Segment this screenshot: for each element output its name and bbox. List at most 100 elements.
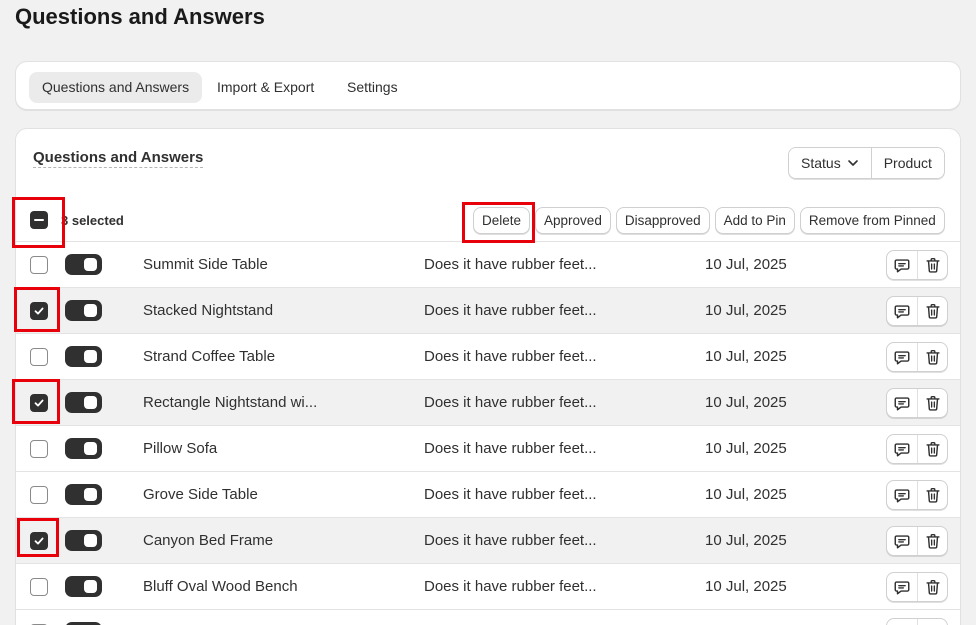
question-text[interactable]: Does it have rubber feet... [424, 578, 597, 595]
publish-toggle[interactable] [65, 346, 102, 367]
publish-toggle[interactable] [65, 254, 102, 275]
table-row[interactable]: Pillow Sofa Does it have rubber feet... 10… [16, 425, 960, 471]
reply-button[interactable] [887, 619, 917, 625]
tabs-bar: Questions and Answers Import & Export Se… [15, 61, 961, 110]
publish-toggle[interactable] [65, 392, 102, 413]
row-checkbox[interactable] [30, 394, 48, 412]
checkmark-icon [34, 537, 44, 545]
table-row[interactable]: Strand Coffee Table Does it have rubber f… [16, 333, 960, 379]
question-text[interactable]: Does it have rubber feet... [424, 256, 597, 273]
select-all-checkbox[interactable] [30, 211, 48, 229]
trash-icon [924, 440, 942, 458]
reply-button[interactable] [887, 481, 917, 509]
table-row[interactable]: Summit Side Table Does it have rubber fee… [16, 241, 960, 287]
delete-button[interactable]: Delete [473, 207, 531, 234]
question-text[interactable]: Does it have rubber feet... [424, 394, 597, 411]
status-filter-label: Status [801, 155, 841, 171]
row-checkbox[interactable] [30, 532, 48, 550]
question-text[interactable]: Does it have rubber feet... [424, 532, 597, 549]
question-date: 10 Jul, 2025 [705, 256, 787, 273]
reply-button[interactable] [887, 435, 917, 463]
tab-questions-and-answers[interactable]: Questions and Answers [29, 72, 203, 103]
product-name[interactable]: Rectangle Nightstand wi... [143, 394, 317, 411]
question-date: 10 Jul, 2025 [705, 532, 787, 549]
toggle-knob [84, 534, 97, 547]
trash-icon [924, 532, 942, 550]
approved-button[interactable]: Approved [535, 207, 611, 234]
chat-bubble-icon [893, 578, 911, 596]
trash-icon [924, 348, 942, 366]
delete-row-button[interactable] [917, 435, 947, 463]
reply-button[interactable] [887, 297, 917, 325]
product-name[interactable]: Summit Side Table [143, 256, 268, 273]
status-filter-button[interactable]: Status [789, 148, 871, 178]
delete-row-button[interactable] [917, 573, 947, 601]
checkmark-icon [34, 307, 44, 315]
table-row[interactable]: Grove Side Table Does it have rubber feet… [16, 471, 960, 517]
delete-row-button[interactable] [917, 389, 947, 417]
table-row[interactable]: Canyon Bed Frame Does it have rubber feet… [16, 517, 960, 563]
question-text[interactable]: Does it have rubber feet... [424, 440, 597, 457]
disapproved-button[interactable]: Disapproved [615, 207, 710, 234]
question-text[interactable]: Does it have rubber feet... [424, 486, 597, 503]
delete-row-button[interactable] [917, 251, 947, 279]
delete-row-button[interactable] [917, 481, 947, 509]
toggle-knob [84, 488, 97, 501]
delete-row-button[interactable] [917, 343, 947, 371]
product-name[interactable]: Bluff Oval Wood Bench [143, 578, 298, 595]
trash-icon [924, 486, 942, 504]
product-name[interactable]: Canyon Bed Frame [143, 532, 273, 549]
question-date: 10 Jul, 2025 [705, 394, 787, 411]
publish-toggle[interactable] [65, 576, 102, 597]
product-name[interactable]: Stacked Nightstand [143, 302, 273, 319]
selected-count: 3 selected [61, 213, 124, 228]
question-text[interactable]: Does it have rubber feet... [424, 302, 597, 319]
tab-import-export[interactable]: Import & Export [204, 72, 327, 103]
product-name[interactable]: Grove Side Table [143, 486, 258, 503]
table-row[interactable]: Rectangle Nightstand wi... Does it have r… [16, 379, 960, 425]
toggle-knob [84, 258, 97, 271]
table-row[interactable] [16, 609, 960, 625]
trash-icon [924, 578, 942, 596]
questions-card: Questions and Answers Status Product 3 s… [15, 128, 961, 625]
reply-button[interactable] [887, 527, 917, 555]
tab-settings[interactable]: Settings [334, 72, 411, 103]
row-actions [886, 342, 948, 372]
publish-toggle[interactable] [65, 300, 102, 321]
reply-button[interactable] [887, 251, 917, 279]
product-name[interactable]: Pillow Sofa [143, 440, 217, 457]
publish-toggle[interactable] [65, 530, 102, 551]
delete-row-button[interactable] [917, 619, 947, 625]
row-checkbox[interactable] [30, 578, 48, 596]
toggle-knob [84, 580, 97, 593]
table-row[interactable]: Bluff Oval Wood Bench Does it have rubber… [16, 563, 960, 609]
publish-toggle[interactable] [65, 484, 102, 505]
question-text[interactable]: Does it have rubber feet... [424, 348, 597, 365]
trash-icon [924, 302, 942, 320]
trash-icon [924, 256, 942, 274]
reply-button[interactable] [887, 573, 917, 601]
row-checkbox[interactable] [30, 302, 48, 320]
add-to-pin-button[interactable]: Add to Pin [714, 207, 795, 234]
row-actions [886, 250, 948, 280]
product-filter-button[interactable]: Product [870, 148, 944, 178]
reply-button[interactable] [887, 343, 917, 371]
questions-table: Summit Side Table Does it have rubber fee… [16, 241, 960, 625]
row-checkbox[interactable] [30, 256, 48, 274]
question-date: 10 Jul, 2025 [705, 486, 787, 503]
publish-toggle[interactable] [65, 438, 102, 459]
row-actions [886, 434, 948, 464]
delete-row-button[interactable] [917, 297, 947, 325]
table-row[interactable]: Stacked Nightstand Does it have rubber fe… [16, 287, 960, 333]
question-date: 10 Jul, 2025 [705, 302, 787, 319]
row-actions [886, 618, 948, 625]
toggle-knob [84, 350, 97, 363]
delete-row-button[interactable] [917, 527, 947, 555]
row-checkbox[interactable] [30, 440, 48, 458]
row-checkbox[interactable] [30, 486, 48, 504]
product-name[interactable]: Strand Coffee Table [143, 348, 275, 365]
remove-from-pinned-button[interactable]: Remove from Pinned [799, 207, 945, 234]
row-actions [886, 572, 948, 602]
reply-button[interactable] [887, 389, 917, 417]
row-checkbox[interactable] [30, 348, 48, 366]
